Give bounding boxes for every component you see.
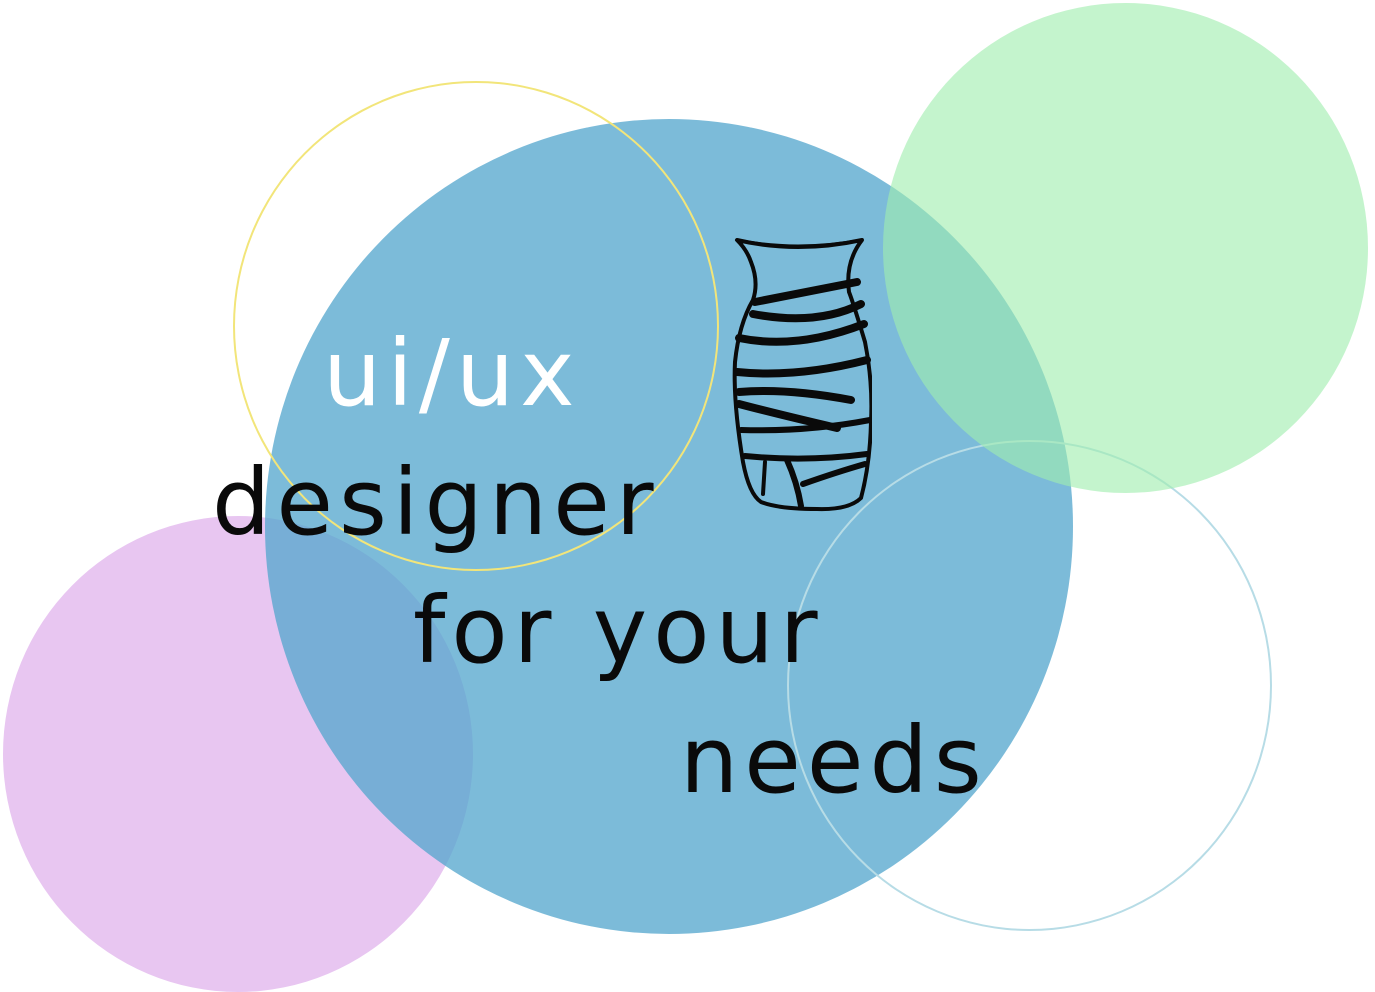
headline-line-uiux: ui/ux <box>323 320 581 427</box>
headline-line-for-your: for your <box>413 577 824 684</box>
green-circle <box>883 3 1368 493</box>
headline-line-needs: needs <box>680 707 988 814</box>
hero-canvas: ui/ux designer for your needs <box>0 0 1375 992</box>
vase-icon <box>732 238 872 512</box>
headline-line-designer: designer <box>212 449 660 556</box>
